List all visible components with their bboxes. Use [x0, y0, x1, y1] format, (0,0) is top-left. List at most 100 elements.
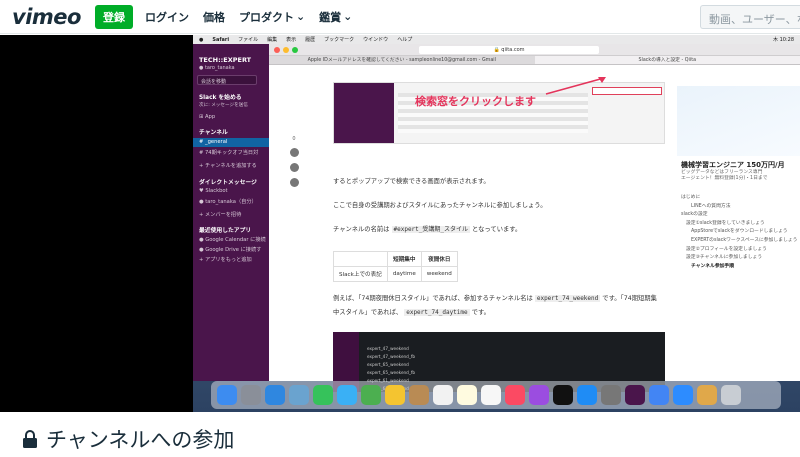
chevron-down-icon: ⌄	[343, 10, 353, 23]
dm-slackbot: ♥ Slackbot	[199, 188, 228, 194]
close-icon	[274, 47, 280, 53]
settings-icon	[601, 385, 621, 405]
ad-title: 機械学習エンジニア 150万円/月	[681, 161, 785, 169]
toc-item: slackの設定	[681, 212, 708, 218]
dm-self: ● taro_tanaka（自分）	[199, 199, 257, 205]
nav-login[interactable]: ログイン	[145, 9, 189, 25]
calendar-icon	[433, 385, 453, 405]
menu-bookmarks: ブックマーク	[324, 37, 355, 43]
join-button[interactable]: 登録	[94, 4, 133, 29]
paragraph-3: チャンネルの名前は #expert_受講期_スタイル となっています。	[333, 226, 522, 233]
maps-icon	[361, 385, 381, 405]
tab-qiita: Slackの導入と設定 - Qiita	[534, 56, 800, 64]
comment-icon	[289, 148, 299, 157]
window-controls	[274, 47, 298, 53]
list-item: expert_47_weekend	[367, 346, 409, 351]
table-header: 夜間休日	[420, 251, 458, 267]
nav-watch[interactable]: 鑑賞 ⌄	[319, 9, 352, 25]
style-table: 短期集中 夜間休日 Slack上での表記 daytime weekend	[333, 251, 458, 282]
channels-header: チャンネル	[199, 130, 228, 136]
minimize-icon	[283, 47, 289, 53]
invite-members: + メンバーを招待	[199, 212, 242, 218]
twitter-icon	[289, 163, 299, 172]
table-header: 短期集中	[386, 251, 422, 267]
menu-view: 表示	[286, 37, 297, 43]
ad-illustration	[677, 86, 800, 156]
address-bar: 🔒 qiita.com	[419, 46, 599, 54]
list-item: expert_47_weekend_fb	[367, 354, 416, 359]
tab-gmail: Apple IDメールアドレスを確認してください - sampleonline1…	[307, 58, 496, 63]
like-count: 0	[292, 136, 296, 142]
video-title: チャンネルへの参加	[46, 428, 235, 452]
workspace-name: TECH::EXPERT	[199, 56, 252, 64]
mac-dock	[211, 381, 781, 409]
toc-item: 設定①slack登録をしていきましょう	[686, 220, 765, 226]
zoom-app-icon	[673, 385, 693, 405]
video-caption: チャンネルへの参加	[22, 424, 234, 454]
lock-icon	[23, 430, 37, 448]
list-item: expert_65_weekend	[367, 362, 409, 367]
menu-edit: 編集	[267, 37, 278, 43]
nav-products[interactable]: プロダクト ⌄	[239, 9, 305, 25]
zoom-icon	[292, 47, 298, 53]
toc-item: はじめに	[681, 195, 701, 200]
toc-item: 設定②プロフィールを設定しましょう	[686, 246, 767, 252]
ad-subtitle: ビッグデータなどはフリーランス専門 エージェント！無料登録(1分)・1日まで	[681, 170, 768, 181]
search-input[interactable]: 動画、ユーザー、なと	[700, 5, 800, 29]
toc-item: EXPERTのslackワークスペースに参加しましょう	[691, 237, 798, 243]
preview-icon	[289, 385, 309, 405]
apple-icon: ●	[199, 36, 204, 43]
table-cell: daytime	[386, 266, 422, 282]
chevron-down-icon: ⌄	[295, 10, 306, 23]
facetime-icon	[313, 385, 333, 405]
dm-header: ダイレクトメッセージ	[199, 180, 257, 186]
appstore-icon	[577, 385, 597, 405]
add-channel: + チャンネルを追加する	[199, 163, 257, 169]
channel-kickoff: # 74期キックオフ当日対	[199, 150, 259, 156]
mac-menubar: ● Safari ファイル 編集 表示 履歴 ブックマーク ウインドウ ヘルプ …	[193, 35, 800, 44]
vimeo-header: vimeo 登録 ログイン 価格 プロダクト⌄ 鑑賞⌄ 動画、ユーザー、なと	[0, 0, 800, 34]
slack-icon	[625, 385, 645, 405]
recent-app-3: + アプリをもっと追加	[199, 257, 252, 263]
music-icon	[505, 385, 525, 405]
callout-arrow	[545, 77, 606, 95]
qiita-page: 0 検索窓をクリックします するとポップアップで検索できる画面が表示されます。 …	[269, 66, 800, 392]
contacts-icon	[409, 385, 429, 405]
menu-file: ファイル	[238, 37, 259, 43]
photos-icon	[385, 385, 405, 405]
menu-history: 履歴	[305, 37, 316, 43]
safari-tabs: Apple IDメールアドレスを確認してください - sampleonline1…	[269, 56, 800, 65]
toc-item: チャンネル参加手順	[691, 263, 735, 269]
list-item: expert_65_weekend_fb	[367, 370, 416, 375]
reminders-icon	[481, 385, 501, 405]
chrome-icon	[649, 385, 669, 405]
recent-header: 最近使用したアプリ	[199, 228, 252, 234]
safari-toolbar: 🔒 qiita.com	[269, 44, 800, 56]
inline-code: #expert_受講期_スタイル	[391, 226, 471, 233]
paragraph-4b: 中スタイル」であれば、 expert_74_daytime です。	[333, 309, 490, 316]
archive-icon	[697, 385, 717, 405]
menu-window: ウインドウ	[363, 37, 389, 43]
table-cell: Slack上での表記	[333, 266, 388, 282]
table-header	[333, 251, 388, 267]
safari-icon	[265, 385, 285, 405]
mini-slack-sidebar	[334, 83, 394, 143]
toc-item: AppStoreでslackをダウンロードしましょう	[691, 229, 788, 235]
launchpad-icon	[241, 385, 261, 405]
menu-help: ヘルプ	[397, 37, 413, 43]
facebook-icon	[289, 178, 299, 187]
vimeo-logo[interactable]: vimeo	[12, 5, 81, 29]
paragraph-2: ここで自身の受講期およびスタイルにあったチャンネルに参加しましょう。	[333, 202, 547, 209]
video-player[interactable]: ● Safari ファイル 編集 表示 履歴 ブックマーク ウインドウ ヘルプ …	[0, 35, 800, 412]
menubar-clock: 木 10:28	[773, 37, 794, 43]
callout-text: 検索窓をクリックします	[415, 95, 536, 108]
slack-user: ● taro_tanaka	[199, 65, 235, 71]
table-cell: weekend	[420, 266, 458, 282]
screenshot-search	[333, 82, 665, 144]
toc-item: LINEへの質問方法	[691, 203, 731, 209]
start-header: Slack を始める	[199, 95, 242, 101]
finder-icon	[217, 385, 237, 405]
mac-screen: ● Safari ファイル 編集 表示 履歴 ブックマーク ウインドウ ヘルプ …	[193, 35, 800, 412]
nav-pricing[interactable]: 価格	[203, 9, 225, 25]
toc-item: 設定③チャンネルに参加しましょう	[686, 255, 763, 261]
